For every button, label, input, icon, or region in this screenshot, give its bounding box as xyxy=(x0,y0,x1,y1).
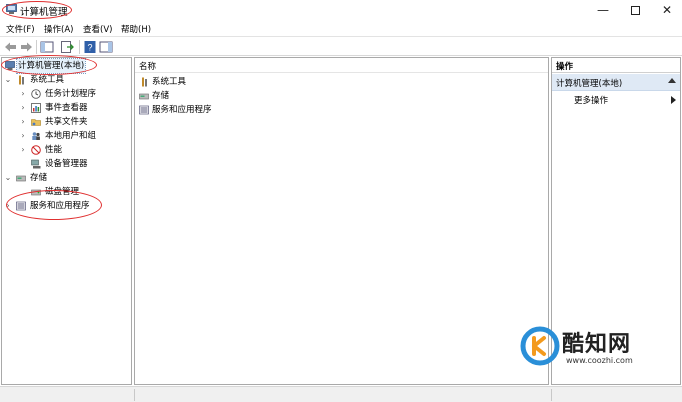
list-item-storage[interactable]: 存储 xyxy=(135,89,335,103)
list-item-label: 系统工具 xyxy=(152,77,187,87)
submenu-arrow-icon xyxy=(671,96,676,104)
users-icon xyxy=(32,132,40,140)
list-item-label: 存储 xyxy=(152,91,170,101)
tree-label: 计算机管理(本地) xyxy=(15,58,87,74)
computer-management-icon xyxy=(6,4,17,14)
tree-item-shared-folders[interactable]: › 共享文件夹 xyxy=(2,115,130,129)
coozhi-logo-icon xyxy=(520,326,560,366)
results-pane: 名称 系统工具 存储 服务和应用程序 xyxy=(134,57,549,385)
tree-item-disk-management[interactable]: 磁盘管理 xyxy=(2,185,130,199)
storage-icon xyxy=(139,93,149,100)
menu-bar: 文件(F) 操作(A) 查看(V) 帮助(H) xyxy=(0,20,682,36)
storage-icon xyxy=(16,175,26,182)
actions-header: 操作 xyxy=(552,58,680,73)
status-segment xyxy=(551,389,552,401)
menu-view[interactable]: 查看(V) xyxy=(83,23,112,35)
list-item-label: 服务和应用程序 xyxy=(152,105,212,115)
menu-file[interactable]: 文件(F) xyxy=(6,23,35,35)
forward-arrow-icon[interactable] xyxy=(19,40,33,54)
actions-section-computer-management[interactable]: 计算机管理(本地) xyxy=(552,74,680,91)
tree-item-local-users-groups[interactable]: › 本地用户和组 xyxy=(2,129,130,143)
system-tools-icon xyxy=(142,77,147,87)
tree-item-event-viewer[interactable]: › 事件查看器 xyxy=(2,101,130,115)
toolbar-separator xyxy=(36,40,37,54)
svg-text:?: ? xyxy=(87,43,92,53)
event-viewer-icon xyxy=(31,103,41,113)
show-hide-action-pane-icon[interactable] xyxy=(99,40,113,54)
menu-help[interactable]: 帮助(H) xyxy=(121,23,151,35)
tree-label: 任务计划程序 xyxy=(45,89,97,99)
performance-icon xyxy=(31,145,41,155)
tree-label: 本地用户和组 xyxy=(45,131,97,141)
tree-item-performance[interactable]: › 性能 xyxy=(2,143,130,157)
watermark: 酷知网 www.coozhi.com xyxy=(510,316,660,376)
disk-management-icon xyxy=(31,189,41,196)
chevron-right-icon[interactable]: › xyxy=(19,115,27,129)
chevron-right-icon[interactable]: › xyxy=(19,129,27,143)
status-bar xyxy=(0,386,682,402)
computer-management-icon xyxy=(5,61,15,70)
help-icon[interactable]: ? xyxy=(83,40,97,54)
tree-label: 服务和应用程序 xyxy=(30,201,90,211)
window-title: 计算机管理 xyxy=(20,7,68,18)
maximize-icon xyxy=(630,6,640,15)
tree-label: 设备管理器 xyxy=(45,159,88,169)
chevron-right-icon[interactable]: › xyxy=(19,87,27,101)
tree-item-storage[interactable]: ⌄ 存储 xyxy=(2,171,130,185)
tree-item-device-manager[interactable]: 设备管理器 xyxy=(2,157,130,171)
show-hide-tree-icon[interactable] xyxy=(40,40,54,54)
list-item-system-tools[interactable]: 系统工具 xyxy=(135,75,335,89)
back-arrow-icon[interactable] xyxy=(4,40,18,54)
tree-label: 事件查看器 xyxy=(45,103,88,113)
shared-folder-icon xyxy=(31,119,41,126)
services-icon xyxy=(139,105,149,115)
chevron-right-icon[interactable]: › xyxy=(4,199,12,213)
tree-item-services-applications[interactable]: › 服务和应用程序 xyxy=(2,199,130,213)
tree-label: 磁盘管理 xyxy=(45,187,80,197)
tree-item-computer-management[interactable]: 计算机管理(本地) xyxy=(2,58,130,74)
watermark-url: www.coozhi.com xyxy=(566,356,633,365)
services-icon xyxy=(16,201,26,211)
tree-label: 存储 xyxy=(30,173,48,183)
status-segment xyxy=(134,389,135,401)
actions-section-label: 计算机管理(本地) xyxy=(556,79,623,89)
tree-item-task-scheduler[interactable]: › 任务计划程序 xyxy=(2,87,130,101)
export-list-icon[interactable] xyxy=(60,40,74,54)
watermark-name: 酷知网 xyxy=(562,332,632,357)
minimize-button[interactable]: — xyxy=(588,0,618,20)
name-column-header[interactable]: 名称 xyxy=(135,58,548,73)
chevron-right-icon[interactable]: › xyxy=(19,143,27,157)
menu-action[interactable]: 操作(A) xyxy=(44,23,73,35)
more-actions-item[interactable]: 更多操作 xyxy=(552,92,680,107)
tree-item-system-tools[interactable]: ⌄ 系统工具 xyxy=(2,73,130,87)
maximize-button[interactable] xyxy=(620,0,650,20)
console-tree-pane: 计算机管理(本地) ⌄ 系统工具 › 任务计划程序 › 事件查看器 › 共享文件… xyxy=(1,57,132,385)
column-label: 名称 xyxy=(139,62,157,72)
title-bar: 计算机管理 — ✕ xyxy=(0,0,682,20)
tree-label: 系统工具 xyxy=(30,75,65,85)
actions-title: 操作 xyxy=(556,62,574,72)
tree-label: 性能 xyxy=(45,145,63,155)
chevron-down-icon[interactable]: ⌄ xyxy=(4,73,12,87)
toolbar-separator xyxy=(79,40,80,54)
list-item-services-applications[interactable]: 服务和应用程序 xyxy=(135,103,335,117)
more-actions-label: 更多操作 xyxy=(574,96,609,106)
clock-icon xyxy=(31,89,41,99)
close-button[interactable]: ✕ xyxy=(652,0,682,20)
toolbar: ? xyxy=(0,36,682,56)
device-manager-icon xyxy=(31,159,41,169)
system-tools-icon xyxy=(19,75,24,85)
collapse-icon[interactable] xyxy=(668,78,676,83)
chevron-down-icon[interactable]: ⌄ xyxy=(4,171,12,185)
chevron-right-icon[interactable]: › xyxy=(19,101,27,115)
tree-label: 共享文件夹 xyxy=(45,117,88,127)
